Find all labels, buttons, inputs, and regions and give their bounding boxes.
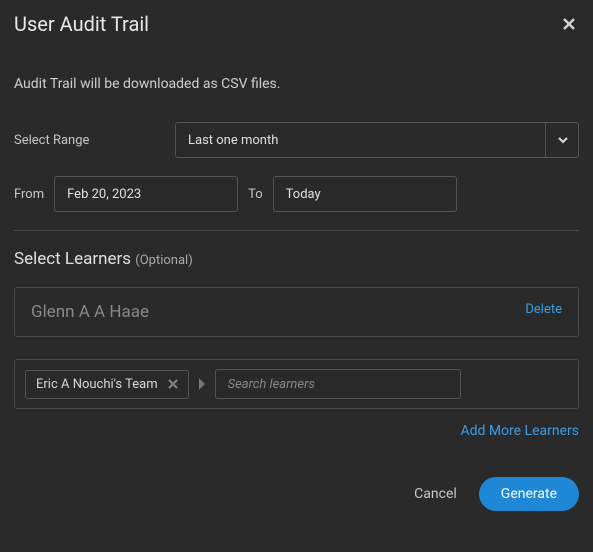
range-select[interactable]: Last one month [175,122,579,158]
add-more-learners-link[interactable]: Add More Learners [14,423,579,439]
learner-name: Glenn A A Haae [31,302,149,322]
user-audit-trail-modal: User Audit Trail Audit Trail will be dow… [0,0,593,552]
modal-title: User Audit Trail [14,12,149,36]
learner-box: Glenn A A Haae Delete [14,287,579,337]
cancel-button[interactable]: Cancel [414,486,457,502]
close-icon [168,379,178,389]
generate-button[interactable]: Generate [479,477,579,511]
from-date-input[interactable] [54,176,238,212]
chevron-right-icon [197,378,207,390]
to-date-input[interactable] [273,176,457,212]
close-button[interactable] [559,14,579,34]
learners-section-title: Select Learners (Optional) [14,249,579,269]
modal-header: User Audit Trail [14,12,579,36]
team-search-row: Eric A Nouchi's Team [14,359,579,409]
divider [14,230,579,231]
search-learners-input[interactable] [215,369,461,399]
from-label: From [14,187,44,202]
range-select-value: Last one month [175,122,579,158]
date-row: From To [14,176,579,212]
modal-subtitle: Audit Trail will be downloaded as CSV fi… [14,76,579,92]
team-chip-remove[interactable] [168,379,178,389]
range-row: Select Range Last one month [14,122,579,158]
chip-insert-caret [197,378,207,390]
to-label: To [248,187,263,202]
range-label: Select Range [14,133,144,148]
team-chip-label: Eric A Nouchi's Team [36,377,158,392]
modal-footer: Cancel Generate [14,477,579,511]
delete-learner-link[interactable]: Delete [525,302,562,317]
learners-title-text: Select Learners [14,249,135,269]
close-icon [561,16,577,32]
team-chip[interactable]: Eric A Nouchi's Team [25,370,189,399]
learners-optional-text: (Optional) [135,253,192,268]
